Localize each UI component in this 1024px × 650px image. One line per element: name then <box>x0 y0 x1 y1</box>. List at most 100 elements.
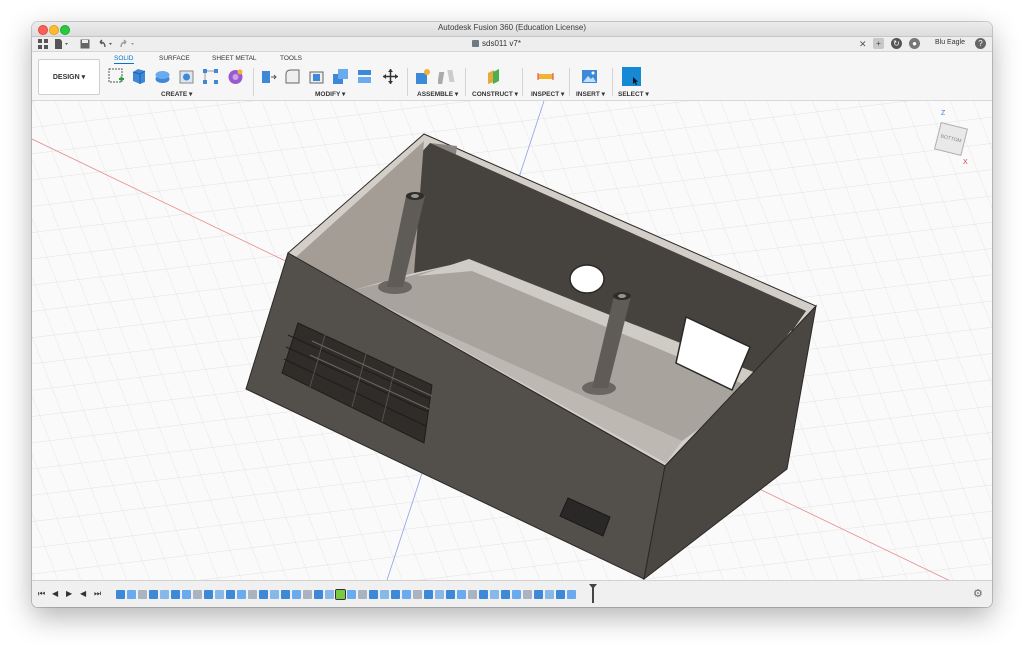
create-menu[interactable]: CREATE ▾ <box>161 90 192 98</box>
toolbar-divider <box>407 68 408 96</box>
timeline-feature[interactable] <box>347 590 356 599</box>
timeline-feature[interactable] <box>204 590 213 599</box>
toolbar-divider <box>612 68 613 96</box>
shell-icon[interactable] <box>308 68 325 85</box>
insert-menu[interactable]: INSERT ▾ <box>576 90 605 98</box>
timeline-feature[interactable] <box>369 590 378 599</box>
hole-icon[interactable] <box>178 68 195 85</box>
timeline-feature[interactable] <box>116 590 125 599</box>
create-form-icon[interactable] <box>227 68 244 85</box>
select-icon[interactable] <box>622 67 641 86</box>
insert-canvas-icon[interactable] <box>581 68 598 85</box>
timeline-feature[interactable] <box>193 590 202 599</box>
timeline-feature[interactable] <box>512 590 521 599</box>
timeline-feature[interactable] <box>534 590 543 599</box>
tab-tools[interactable]: TOOLS <box>280 55 302 62</box>
window-title: Autodesk Fusion 360 (Education License) <box>437 23 587 32</box>
construct-menu[interactable]: CONSTRUCT ▾ <box>472 90 518 98</box>
timeline-feature[interactable] <box>358 590 367 599</box>
timeline-feature[interactable] <box>325 590 334 599</box>
new-tab-icon[interactable]: + <box>873 38 884 49</box>
timeline-play-button[interactable]: ▶ <box>66 589 72 598</box>
combine-icon[interactable] <box>332 68 349 85</box>
undo-icon[interactable] <box>98 39 114 49</box>
tab-solid[interactable]: SOLID <box>114 55 134 64</box>
timeline-feature[interactable] <box>435 590 444 599</box>
timeline-feature[interactable] <box>468 590 477 599</box>
timeline-feature[interactable] <box>402 590 411 599</box>
design-canvas[interactable]: Z BOTTOM X <box>32 101 992 580</box>
timeline-feature[interactable] <box>138 590 147 599</box>
timeline-prev-button[interactable]: ◀ <box>52 589 58 598</box>
viewcube-face-label: BOTTOM <box>939 133 963 145</box>
timeline-feature[interactable] <box>270 590 279 599</box>
timeline-feature[interactable] <box>446 590 455 599</box>
file-menu-icon[interactable] <box>54 39 70 49</box>
measure-icon[interactable] <box>537 68 554 85</box>
timeline-feature[interactable] <box>545 590 554 599</box>
fillet-icon[interactable] <box>284 68 301 85</box>
timeline-feature[interactable] <box>380 590 389 599</box>
user-account[interactable]: Blu Eagle <box>935 39 965 46</box>
timeline-next-button[interactable]: ◀ <box>80 589 86 598</box>
timeline-feature[interactable] <box>523 590 532 599</box>
timeline-feature[interactable] <box>556 590 565 599</box>
timeline-marker[interactable] <box>589 584 597 603</box>
timeline-feature[interactable] <box>335 589 346 600</box>
timeline-feature[interactable] <box>490 590 499 599</box>
revolve-icon[interactable] <box>154 68 171 85</box>
timeline-feature[interactable] <box>413 590 422 599</box>
quick-access-bar: sds011 v7* ✕ + ↻ ● Blu Eagle ? <box>32 37 992 52</box>
timeline-feature[interactable] <box>281 590 290 599</box>
move-copy-icon[interactable] <box>382 68 399 85</box>
title-bar: Autodesk Fusion 360 (Education License) <box>32 22 992 37</box>
tab-sheet-metal[interactable]: SHEET METAL <box>212 55 257 62</box>
timeline-feature[interactable] <box>314 590 323 599</box>
inspect-menu[interactable]: INSPECT ▾ <box>531 90 564 98</box>
timeline-feature[interactable] <box>127 590 136 599</box>
document-tab[interactable]: sds011 v7* <box>472 38 521 50</box>
timeline-feature[interactable] <box>259 590 268 599</box>
timeline-feature[interactable] <box>160 590 169 599</box>
settings-gear-icon[interactable]: ⚙ <box>973 587 983 600</box>
help-icon[interactable]: ? <box>975 38 986 49</box>
timeline-feature[interactable] <box>215 590 224 599</box>
app-grid-icon[interactable] <box>38 39 48 49</box>
timeline-feature[interactable] <box>149 590 158 599</box>
assemble-menu[interactable]: ASSEMBLE ▾ <box>417 90 458 98</box>
split-body-icon[interactable] <box>356 68 373 85</box>
joint-icon[interactable] <box>438 68 455 85</box>
new-component-icon[interactable] <box>414 68 431 85</box>
extrude-icon[interactable] <box>130 68 147 85</box>
timeline-feature[interactable] <box>479 590 488 599</box>
timeline-feature[interactable] <box>501 590 510 599</box>
timeline-first-button[interactable]: ⏮ <box>38 589 45 599</box>
timeline-feature[interactable] <box>182 590 191 599</box>
timeline-feature[interactable] <box>391 590 400 599</box>
data-panel-icon[interactable]: ↻ <box>891 38 902 49</box>
select-menu[interactable]: SELECT ▾ <box>618 90 649 98</box>
modify-menu[interactable]: MODIFY ▾ <box>315 90 345 98</box>
timeline-last-button[interactable]: ⏭ <box>94 589 101 599</box>
timeline-feature[interactable] <box>567 590 576 599</box>
timeline-feature[interactable] <box>457 590 466 599</box>
timeline-feature[interactable] <box>226 590 235 599</box>
cable-hole[interactable] <box>569 264 605 294</box>
save-icon[interactable] <box>80 39 90 49</box>
timeline-feature[interactable] <box>171 590 180 599</box>
create-sketch-icon[interactable] <box>108 68 125 85</box>
timeline-feature[interactable] <box>237 590 246 599</box>
timeline-feature[interactable] <box>303 590 312 599</box>
timeline-feature[interactable] <box>292 590 301 599</box>
job-status-icon[interactable]: ● <box>909 38 920 49</box>
timeline-feature[interactable] <box>424 590 433 599</box>
redo-icon[interactable] <box>120 39 136 49</box>
offset-plane-icon[interactable] <box>485 68 502 85</box>
press-pull-icon[interactable] <box>260 68 277 85</box>
close-tab-icon[interactable]: ✕ <box>859 39 867 49</box>
model-view <box>32 101 992 580</box>
workspace-switcher[interactable]: DESIGN ▾ <box>38 59 100 95</box>
pattern-icon[interactable] <box>202 68 219 85</box>
tab-surface[interactable]: SURFACE <box>159 55 190 62</box>
timeline-feature[interactable] <box>248 590 257 599</box>
